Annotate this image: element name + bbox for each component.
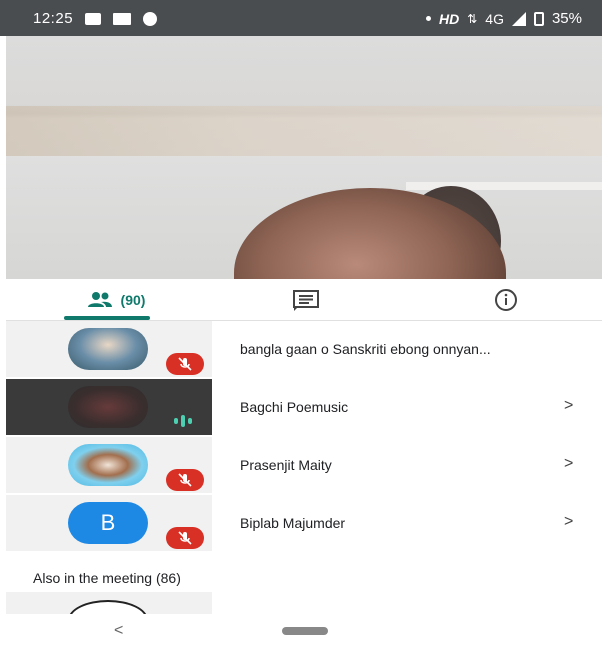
data-arrows-icon: ⇅: [467, 11, 478, 26]
participant-name: Prasenjit Maity: [240, 457, 332, 473]
avatar: [68, 600, 148, 614]
network-hd: HD: [438, 10, 460, 27]
ceiling-light: [6, 106, 602, 156]
status-time: 12:25: [33, 10, 74, 27]
participant-row[interactable]: Bagchi Poemusic >: [6, 379, 602, 437]
participant-thumbnail: [6, 379, 212, 435]
also-in-meeting-heading: Also in the meeting (86): [33, 570, 181, 586]
participant-name: bangla gaan o Sanskriti ebong onnyan...: [240, 341, 491, 357]
avatar: [68, 328, 148, 370]
battery-icon: [533, 11, 544, 26]
chat-icon: [293, 290, 319, 311]
home-button[interactable]: [282, 627, 328, 635]
system-nav-bar: <: [0, 614, 602, 645]
tab-chat[interactable]: [276, 280, 336, 320]
mic-off-icon: [166, 527, 204, 549]
participant-name: Biplab Majumder: [240, 515, 346, 531]
participant-name: Bagchi Poemusic: [240, 399, 349, 415]
signal-icon: [511, 11, 526, 26]
battery-percent: 35%: [551, 10, 582, 27]
tab-people[interactable]: (90): [56, 280, 176, 320]
participant-thumbnail: [6, 321, 212, 377]
mic-off-icon: [166, 353, 204, 375]
avatar: [68, 444, 148, 486]
message-icon: [143, 11, 158, 26]
image-icon: [85, 12, 102, 25]
video-feed[interactable]: [6, 36, 602, 279]
status-bar: 12:25 HD ⇅ 4G 35%: [0, 0, 602, 36]
avatar: B: [68, 502, 148, 544]
people-icon: [87, 292, 112, 307]
chevron-right-icon[interactable]: >: [564, 513, 573, 531]
participant-row[interactable]: Prasenjit Maity >: [6, 437, 602, 495]
participant-thumbnail: B: [6, 495, 212, 551]
chevron-right-icon[interactable]: >: [564, 397, 573, 415]
speaking-indicator-icon: [174, 415, 192, 427]
participant-row[interactable]: bangla gaan o Sanskriti ebong onnyan...: [6, 321, 602, 379]
participant-thumbnail: [6, 437, 212, 493]
chevron-right-icon[interactable]: >: [564, 455, 573, 473]
back-button[interactable]: <: [114, 622, 123, 640]
network-type: 4G: [485, 10, 504, 27]
mic-off-icon: [166, 469, 204, 491]
participant-thumbnail[interactable]: [6, 592, 212, 614]
meeting-tabs: (90): [6, 280, 602, 320]
avatar: [68, 386, 148, 428]
tab-info[interactable]: [476, 280, 536, 320]
book-icon: [113, 12, 132, 25]
participant-row[interactable]: B Biplab Majumder >: [6, 495, 602, 553]
people-count: (90): [120, 292, 146, 308]
participant-list: bangla gaan o Sanskriti ebong onnyan... …: [6, 321, 602, 553]
info-icon: [495, 289, 517, 311]
notification-dot-icon: [425, 16, 431, 21]
